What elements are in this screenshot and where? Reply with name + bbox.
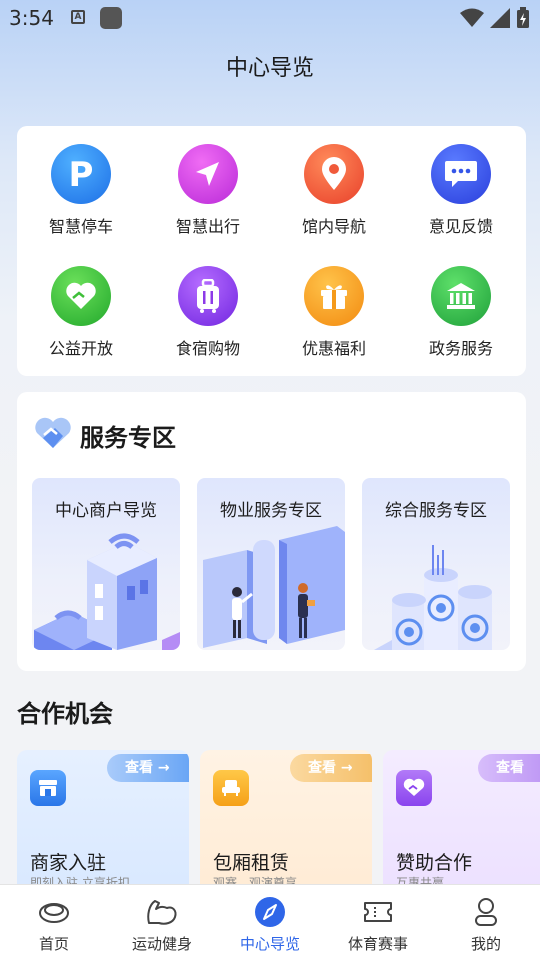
service-tile-merchant-guide[interactable]: 中心商户导览 xyxy=(32,478,180,650)
service-zone-card: 服务专区 中心商户导览 物业服务专区 综合服务专区 xyxy=(17,392,526,671)
grid-item-parking[interactable]: P 智慧停车 xyxy=(21,144,141,237)
gift-icon xyxy=(304,266,364,326)
tab-label: 中心导览 xyxy=(239,935,300,953)
ticket-icon xyxy=(324,895,432,929)
grid-item-label: 优惠福利 xyxy=(301,339,366,358)
grid-item-public-welfare[interactable]: 公益开放 xyxy=(21,266,141,359)
grid-item-feedback[interactable]: 意见反馈 xyxy=(401,144,521,237)
location-pin-icon xyxy=(304,144,364,204)
government-building-icon xyxy=(431,266,491,326)
user-icon xyxy=(432,895,540,929)
service-tile-label: 物业服务专区 xyxy=(220,501,322,521)
grid-item-label: 智慧停车 xyxy=(48,217,113,236)
service-tile-general-services[interactable]: 综合服务专区 xyxy=(362,478,510,650)
coop-card-sponsorship[interactable]: 查看 赞助合作 互惠共赢 xyxy=(383,750,540,900)
grid-item-label: 食宿购物 xyxy=(175,339,240,358)
grid-item-dining-shopping[interactable]: 食宿购物 xyxy=(148,266,268,359)
presentation-people-illustration xyxy=(203,526,345,648)
tab-label: 我的 xyxy=(470,935,501,953)
chat-bubble-icon xyxy=(431,144,491,204)
status-bar: 3:54 A xyxy=(0,0,540,36)
page-title: 中心导览 xyxy=(225,56,314,81)
coop-card-box-rental[interactable]: 查看 → 包厢租赁 观赛、观演尊享 xyxy=(200,750,372,900)
view-button[interactable]: 查看 → xyxy=(107,754,189,782)
tab-home[interactable]: 首页 xyxy=(0,895,108,954)
service-tile-label: 中心商户导览 xyxy=(55,501,157,521)
muscle-arm-icon xyxy=(108,895,216,929)
quick-access-grid: P 智慧停车 智慧出行 馆内导航 意见反馈 公益开放 食宿购物 优惠福利 政务服… xyxy=(17,126,526,376)
home-disc-icon xyxy=(0,895,108,929)
signal-icon xyxy=(490,8,510,28)
service-tile-label: 综合服务专区 xyxy=(385,501,487,521)
grid-item-government-services[interactable]: 政务服务 xyxy=(401,266,521,359)
grid-item-smart-travel[interactable]: 智慧出行 xyxy=(148,144,268,237)
sofa-icon xyxy=(213,770,249,806)
grid-item-label: 馆内导航 xyxy=(301,217,366,236)
grid-item-label: 智慧出行 xyxy=(175,217,240,236)
coop-card-name: 包厢租赁 xyxy=(213,852,290,874)
tab-label: 体育赛事 xyxy=(347,935,408,953)
keyboard-a-icon: A xyxy=(71,10,85,24)
parking-icon: P xyxy=(51,144,111,204)
tab-profile[interactable]: 我的 xyxy=(432,895,540,954)
heart-hands-icon xyxy=(396,770,432,806)
compass-icon xyxy=(216,895,324,929)
view-button[interactable]: 查看 xyxy=(478,754,540,782)
grid-item-discounts[interactable]: 优惠福利 xyxy=(274,266,394,359)
handshake-heart-icon xyxy=(35,417,71,448)
grid-item-label: 意见反馈 xyxy=(428,217,493,236)
tab-center-guide[interactable]: 中心导览 xyxy=(216,895,324,954)
luggage-icon xyxy=(178,266,238,326)
building-wifi-illustration xyxy=(34,533,180,650)
status-time: 3:54 xyxy=(9,6,54,30)
tab-label: 运动健身 xyxy=(131,935,192,953)
grid-item-label: 公益开放 xyxy=(48,339,113,358)
navigation-arrow-icon xyxy=(178,144,238,204)
coop-card-name: 赞助合作 xyxy=(396,852,473,874)
data-platform-illustration xyxy=(374,545,492,650)
tab-sports-events[interactable]: 体育赛事 xyxy=(324,895,432,954)
grid-item-indoor-navigation[interactable]: 馆内导航 xyxy=(274,144,394,237)
view-button[interactable]: 查看 → xyxy=(290,754,372,782)
heart-hands-icon xyxy=(51,266,111,326)
service-tile-property-services[interactable]: 物业服务专区 xyxy=(197,478,345,650)
storefront-icon xyxy=(30,770,66,806)
grid-item-label: 政务服务 xyxy=(428,339,493,358)
wifi-icon xyxy=(460,8,484,27)
coop-card-merchant-entry[interactable]: 查看 → 商家入驻 即刻入驻 立享折扣 xyxy=(17,750,189,900)
tab-label: 首页 xyxy=(38,935,69,953)
tab-fitness[interactable]: 运动健身 xyxy=(108,895,216,954)
service-zone-title: 服务专区 xyxy=(80,424,176,452)
svg-text:P: P xyxy=(69,156,94,192)
bottom-tab-bar: 首页 运动健身 中心导览 体育赛事 我的 xyxy=(0,884,540,960)
coop-card-name: 商家入驻 xyxy=(30,852,107,874)
app-notification-icon xyxy=(100,7,122,29)
cooperation-section-title: 合作机会 xyxy=(17,700,113,728)
battery-icon xyxy=(517,7,529,28)
